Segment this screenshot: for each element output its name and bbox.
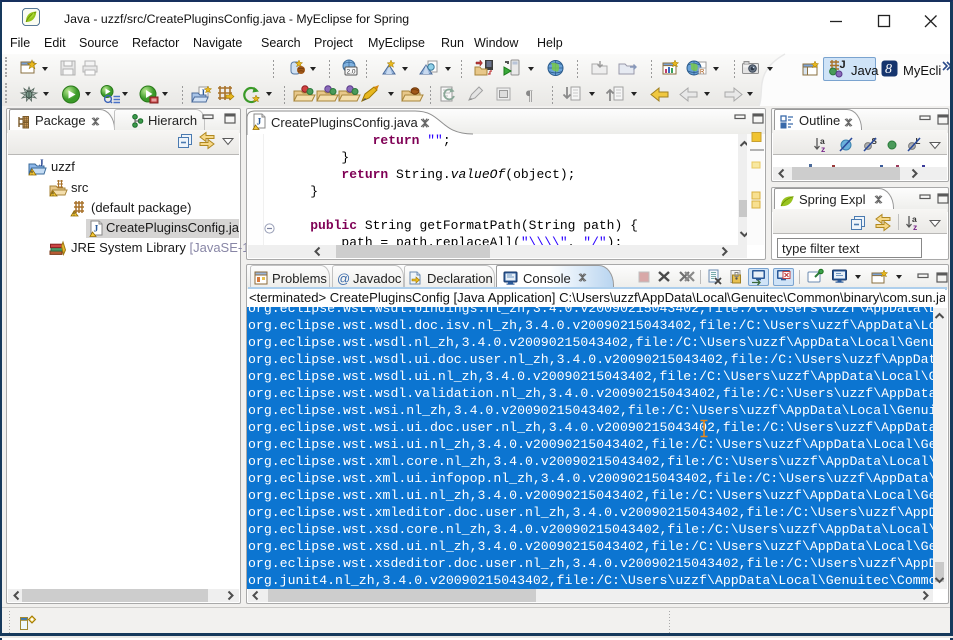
svg-text:J: J bbox=[39, 158, 44, 168]
svg-text:J: J bbox=[94, 225, 99, 235]
svg-text:J: J bbox=[257, 118, 262, 128]
svg-text:z: z bbox=[821, 144, 825, 154]
svg-text:z: z bbox=[913, 222, 917, 232]
